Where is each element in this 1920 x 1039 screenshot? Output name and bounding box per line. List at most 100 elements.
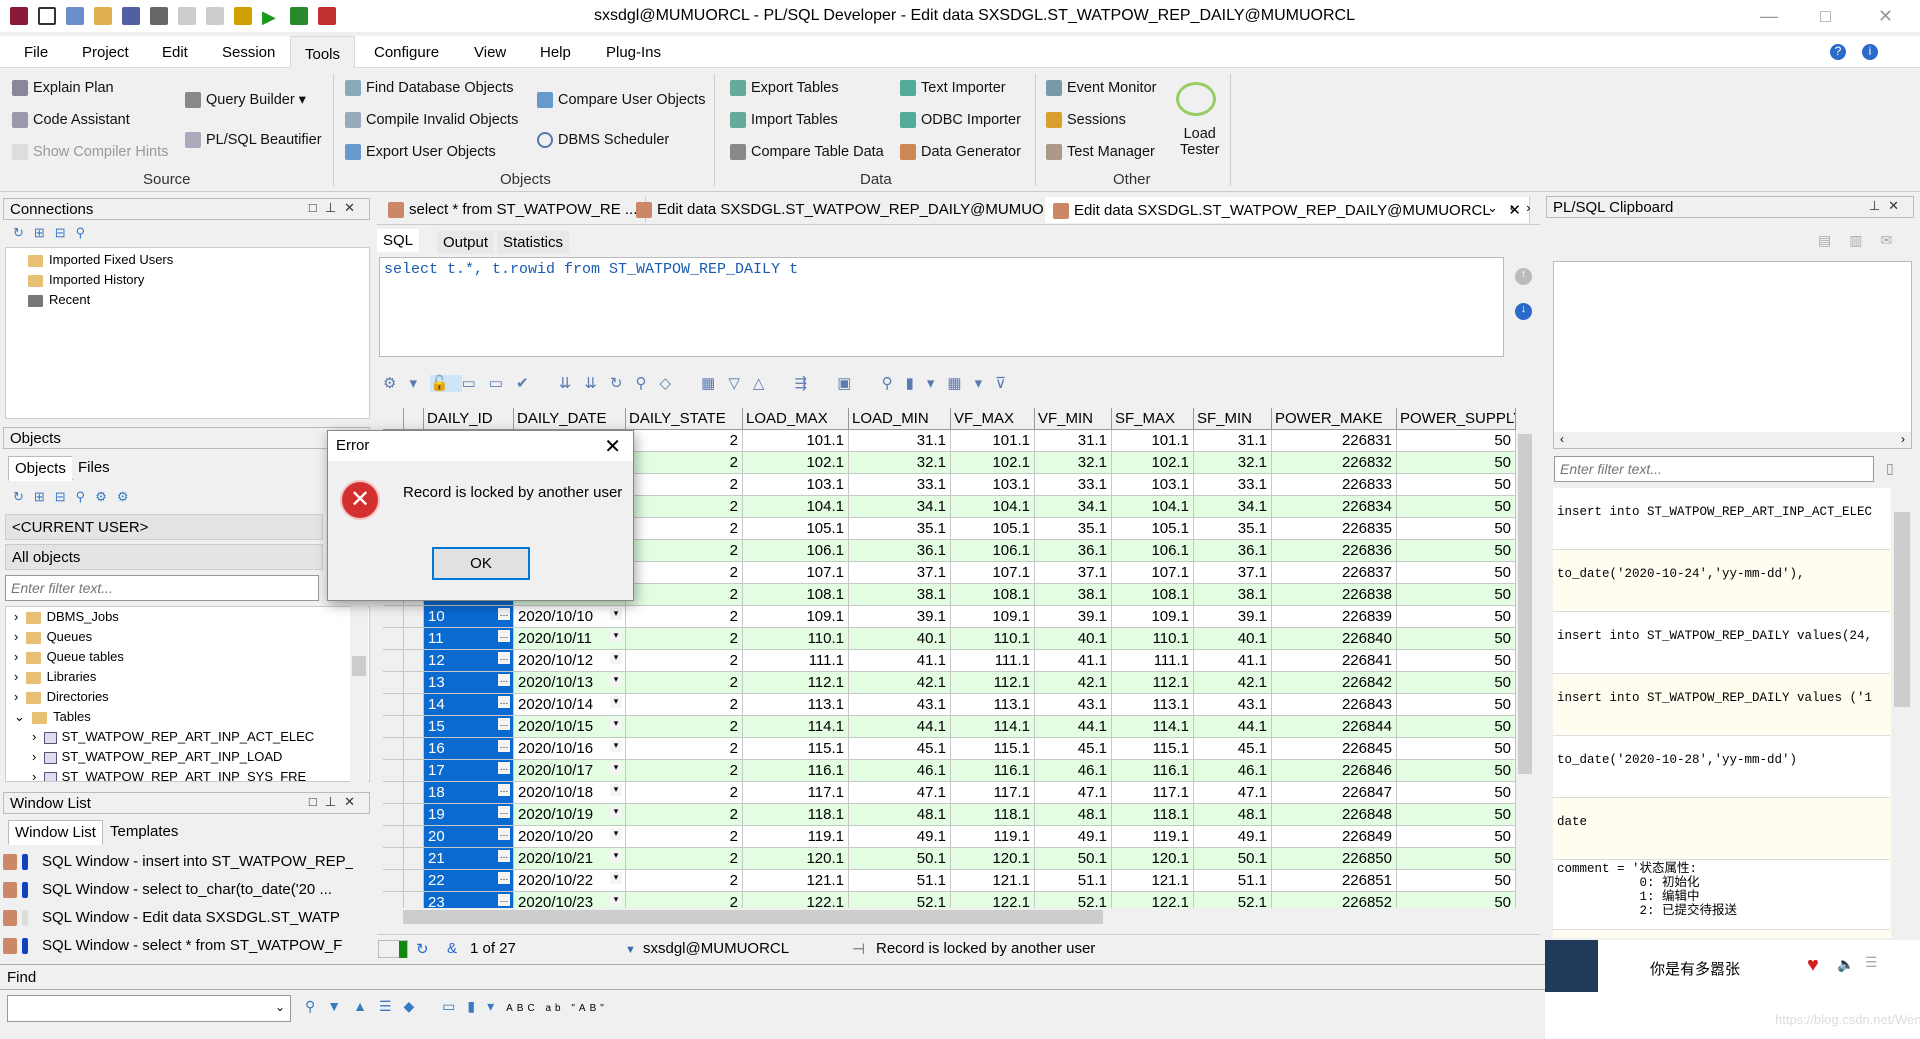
- doc-tab-active[interactable]: Edit data SXSDGL.ST_WATPOW_REP_DAILY@MUM…: [1045, 197, 1530, 223]
- cell-power-supply[interactable]: 50: [1397, 430, 1516, 452]
- cell-sf-max[interactable]: 102.1: [1112, 452, 1194, 474]
- cell-load-max[interactable]: 118.1: [743, 804, 849, 826]
- cell-daily-date[interactable]: 2020/10/13 ▾: [514, 672, 626, 694]
- cell-sf-min[interactable]: 35.1: [1194, 518, 1272, 540]
- clipboard-filter-input[interactable]: [1554, 456, 1874, 482]
- grid-vertical-scrollbar[interactable]: [1516, 408, 1534, 908]
- cell-vf-min[interactable]: 34.1: [1035, 496, 1112, 518]
- connection-dropdown-icon[interactable]: ▼: [625, 944, 636, 956]
- cell-sf-min[interactable]: 39.1: [1194, 606, 1272, 628]
- row-indicator[interactable]: [383, 760, 404, 782]
- cell-vf-min[interactable]: 46.1: [1035, 760, 1112, 782]
- cell-sf-max[interactable]: 116.1: [1112, 760, 1194, 782]
- cell-load-max[interactable]: 106.1: [743, 540, 849, 562]
- minimize-button[interactable]: —: [1760, 6, 1778, 27]
- cell-sf-max[interactable]: 121.1: [1112, 870, 1194, 892]
- cell-power-supply[interactable]: 50: [1397, 672, 1516, 694]
- cell-power-supply[interactable]: 50: [1397, 716, 1516, 738]
- tree-item-history[interactable]: Imported History: [28, 270, 173, 290]
- cell-vf-min[interactable]: 47.1: [1035, 782, 1112, 804]
- cell-vf-max[interactable]: 106.1: [951, 540, 1035, 562]
- tree-item-tables[interactable]: ⌄ Tables: [14, 707, 314, 727]
- sessions-button[interactable]: Sessions: [1046, 112, 1126, 129]
- cell-vf-min[interactable]: 50.1: [1035, 848, 1112, 870]
- volume-icon[interactable]: 🔈: [1837, 956, 1854, 973]
- cell-load-max[interactable]: 117.1: [743, 782, 849, 804]
- window-list-item[interactable]: SQL Window - insert into ST_WATPOW_REP_: [3, 848, 353, 876]
- cell-power-make[interactable]: 226831: [1272, 430, 1397, 452]
- window-list-item[interactable]: SQL Window - select to_char(to_date('20 …: [3, 876, 353, 904]
- cell-power-make[interactable]: 226837: [1272, 562, 1397, 584]
- clipboard-scrollbar[interactable]: [1893, 492, 1911, 932]
- cell-sf-min[interactable]: 49.1: [1194, 826, 1272, 848]
- new-clip-icon[interactable]: ▯: [1886, 460, 1894, 477]
- key-icon[interactable]: [234, 7, 252, 25]
- export-user-objects-button[interactable]: Export User Objects: [345, 144, 496, 161]
- cell-load-min[interactable]: 47.1: [849, 782, 951, 804]
- cell-power-supply[interactable]: 50: [1397, 584, 1516, 606]
- cell-load-max[interactable]: 101.1: [743, 430, 849, 452]
- cell-power-supply[interactable]: 50: [1397, 848, 1516, 870]
- menu-view[interactable]: View: [474, 44, 506, 61]
- date-dropdown-icon[interactable]: ▾: [610, 608, 622, 620]
- tab-window-list[interactable]: Window List: [8, 820, 103, 845]
- cell-sf-min[interactable]: 43.1: [1194, 694, 1272, 716]
- cell-vf-max[interactable]: 122.1: [951, 892, 1035, 908]
- cell-daily-state[interactable]: 2: [626, 430, 743, 452]
- cell-power-supply[interactable]: 50: [1397, 452, 1516, 474]
- cell-power-make[interactable]: 226845: [1272, 738, 1397, 760]
- cell-vf-min[interactable]: 44.1: [1035, 716, 1112, 738]
- row-selector[interactable]: [404, 892, 424, 908]
- cell-vf-min[interactable]: 32.1: [1035, 452, 1112, 474]
- cell-load-max[interactable]: 111.1: [743, 650, 849, 672]
- cell-load-max[interactable]: 113.1: [743, 694, 849, 716]
- compile-invalid-button[interactable]: Compile Invalid Objects: [345, 112, 518, 129]
- cell-vf-min[interactable]: 35.1: [1035, 518, 1112, 540]
- tree-item-libraries[interactable]: › Libraries: [14, 667, 314, 687]
- date-dropdown-icon[interactable]: ▾: [610, 696, 622, 708]
- cell-editor-button[interactable]: …: [498, 762, 510, 774]
- row-indicator[interactable]: [383, 892, 404, 908]
- cell-load-min[interactable]: 41.1: [849, 650, 951, 672]
- cell-sf-max[interactable]: 103.1: [1112, 474, 1194, 496]
- cell-sf-min[interactable]: 37.1: [1194, 562, 1272, 584]
- row-indicator[interactable]: [383, 870, 404, 892]
- cell-daily-id[interactable]: 20…: [424, 826, 514, 848]
- grid-toolbar[interactable]: ⚙▾🔓▭▭✔ ⇊⇊↻⚲◇ ▦▽△ ⇶ ▣ ⚲▮▾▦▾⊽: [383, 374, 1019, 392]
- table-row[interactable]: 11… 2020/10/11 ▾ 2 110.1 40.1 110.1 40.1 110.1 40…: [383, 628, 1516, 650]
- cell-sf-min[interactable]: 48.1: [1194, 804, 1272, 826]
- row-selector[interactable]: [404, 716, 424, 738]
- cell-sf-max[interactable]: 112.1: [1112, 672, 1194, 694]
- cell-load-max[interactable]: 109.1: [743, 606, 849, 628]
- row-indicator[interactable]: [383, 848, 404, 870]
- menu-project[interactable]: Project: [82, 44, 129, 61]
- cell-daily-state[interactable]: 2: [626, 826, 743, 848]
- cell-vf-max[interactable]: 101.1: [951, 430, 1035, 452]
- date-dropdown-icon[interactable]: ▾: [610, 718, 622, 730]
- cell-sf-max[interactable]: 108.1: [1112, 584, 1194, 606]
- ok-button[interactable]: OK: [432, 547, 530, 580]
- cell-load-max[interactable]: 102.1: [743, 452, 849, 474]
- cell-load-max[interactable]: 122.1: [743, 892, 849, 908]
- cell-editor-button[interactable]: …: [498, 806, 510, 818]
- cell-editor-button[interactable]: …: [498, 828, 510, 840]
- cell-load-max[interactable]: 108.1: [743, 584, 849, 606]
- cell-vf-max[interactable]: 120.1: [951, 848, 1035, 870]
- user-selector[interactable]: <CURRENT USER>: [5, 514, 323, 540]
- cell-sf-max[interactable]: 109.1: [1112, 606, 1194, 628]
- cell-sf-min[interactable]: 52.1: [1194, 892, 1272, 908]
- cell-vf-min[interactable]: 49.1: [1035, 826, 1112, 848]
- cell-load-min[interactable]: 50.1: [849, 848, 951, 870]
- cell-daily-state[interactable]: 2: [626, 474, 743, 496]
- save-icon[interactable]: [122, 7, 140, 25]
- row-selector[interactable]: [404, 826, 424, 848]
- cell-load-min[interactable]: 33.1: [849, 474, 951, 496]
- prev-icon[interactable]: ↑: [1515, 268, 1532, 285]
- cell-daily-state[interactable]: 2: [626, 540, 743, 562]
- cell-load-min[interactable]: 51.1: [849, 870, 951, 892]
- cell-load-min[interactable]: 46.1: [849, 760, 951, 782]
- row-indicator[interactable]: [383, 782, 404, 804]
- cell-vf-max[interactable]: 121.1: [951, 870, 1035, 892]
- cell-load-max[interactable]: 115.1: [743, 738, 849, 760]
- list-icon[interactable]: ☰: [1865, 954, 1878, 971]
